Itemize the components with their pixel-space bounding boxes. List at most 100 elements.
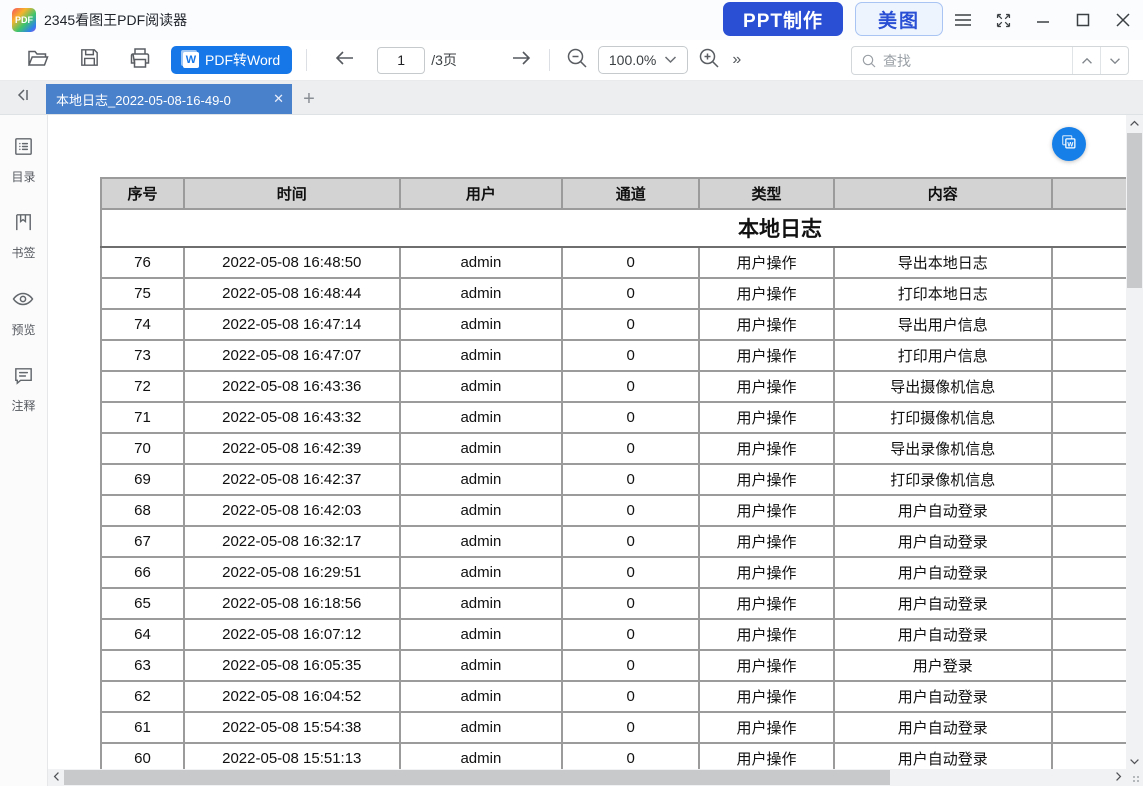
new-tab-button[interactable]: +: [292, 84, 326, 114]
table-cell: 用户自动登录: [834, 495, 1052, 526]
arrow-left-icon: [333, 46, 357, 75]
horizontal-scrollbar[interactable]: [48, 769, 1126, 786]
zoom-level-dropdown[interactable]: 100.0%: [598, 46, 688, 74]
search-input[interactable]: [883, 53, 1072, 69]
table-cell: 64: [101, 619, 184, 650]
table-cell: admin: [400, 278, 563, 309]
find-previous-button[interactable]: [1072, 47, 1100, 74]
minimize-button[interactable]: [1023, 0, 1063, 40]
search-bar: [851, 46, 1129, 75]
table-cell: [1052, 402, 1126, 433]
print-button[interactable]: [127, 47, 153, 73]
table-cell: [1052, 681, 1126, 712]
titlebar: PDF 2345看图王PDF阅读器 PPT制作 美图: [0, 0, 1143, 40]
table-cell: 用户操作: [699, 526, 834, 557]
zoom-level-value: 100.0%: [609, 52, 656, 68]
toolbar: W PDF转Word /3页 100.0%: [0, 40, 1143, 81]
horizontal-scroll-thumb[interactable]: [64, 770, 890, 785]
resize-corner[interactable]: [1126, 769, 1143, 786]
maximize-button[interactable]: [1063, 0, 1103, 40]
table-cell: 2022-05-08 16:48:44: [184, 278, 400, 309]
prev-page-button[interactable]: [331, 46, 359, 74]
next-page-button[interactable]: [507, 46, 535, 74]
resize-grip-icon: [1132, 775, 1140, 783]
ppt-make-button[interactable]: PPT制作: [723, 2, 843, 36]
menu-button[interactable]: [943, 0, 983, 40]
toolbar-more-button[interactable]: »: [732, 51, 741, 69]
caret-up-icon: [1129, 114, 1140, 132]
table-cell: admin: [400, 712, 563, 743]
table-row: 642022-05-08 16:07:12admin0用户操作用户自动登录: [101, 619, 1126, 650]
table-cell: [1052, 247, 1126, 278]
table-cell: 用户操作: [699, 743, 834, 769]
table-row: 662022-05-08 16:29:51admin0用户操作用户自动登录: [101, 557, 1126, 588]
table-cell: 65: [101, 588, 184, 619]
table-cell: admin: [400, 371, 563, 402]
sidebar-item-preview[interactable]: 预览: [11, 287, 35, 338]
pdf-page[interactable]: 本地日志 序号 时间 用户 通道 类型 内容 762022-05-08 16:4…: [48, 115, 1126, 769]
save-icon: [78, 46, 101, 74]
table-cell: [1052, 743, 1126, 769]
table-cell: 2022-05-08 16:43:32: [184, 402, 400, 433]
meitu-button[interactable]: 美图: [855, 2, 943, 36]
table-cell: [1052, 712, 1126, 743]
table-cell: [1052, 433, 1126, 464]
scroll-up-button[interactable]: [1126, 115, 1143, 131]
table-row: 762022-05-08 16:48:50admin0用户操作导出本地日志: [101, 247, 1126, 278]
pdf-to-word-button[interactable]: W PDF转Word: [171, 46, 292, 74]
table-cell: 0: [562, 309, 699, 340]
document-tab[interactable]: 本地日志_2022-05-08-16-49-0 ✕: [46, 84, 292, 114]
collapse-tabs-button[interactable]: [0, 80, 46, 114]
find-next-button[interactable]: [1100, 47, 1128, 74]
table-cell: 0: [562, 743, 699, 769]
tab-close-icon[interactable]: ✕: [273, 91, 284, 107]
table-cell: 68: [101, 495, 184, 526]
table-cell: 2022-05-08 16:47:07: [184, 340, 400, 371]
page-number-input[interactable]: [377, 47, 425, 74]
zoom-in-button[interactable]: [696, 47, 722, 73]
vertical-scroll-thumb[interactable]: [1127, 133, 1142, 288]
open-file-button[interactable]: [25, 47, 51, 73]
word-doc-icon: W: [183, 52, 199, 68]
close-button[interactable]: [1103, 0, 1143, 40]
table-cell: 0: [562, 588, 699, 619]
table-cell: 72: [101, 371, 184, 402]
scroll-right-button[interactable]: [1110, 769, 1126, 786]
table-cell: 70: [101, 433, 184, 464]
sidebar-item-toc[interactable]: 目录: [11, 135, 35, 185]
save-button[interactable]: [76, 47, 102, 73]
table-row: 672022-05-08 16:32:17admin0用户操作用户自动登录: [101, 526, 1126, 557]
table-cell: admin: [400, 557, 563, 588]
table-cell: 2022-05-08 16:29:51: [184, 557, 400, 588]
content-area: 目录 书签 预览: [0, 115, 1143, 786]
sidebar-item-bookmarks[interactable]: 书签: [11, 211, 35, 261]
table-cell: 2022-05-08 16:18:56: [184, 588, 400, 619]
expand-arrows-icon: [995, 12, 1012, 29]
log-table: 本地日志 序号 时间 用户 通道 类型 内容 762022-05-08 16:4…: [100, 177, 1126, 769]
fullscreen-button[interactable]: [983, 0, 1023, 40]
table-cell: admin: [400, 619, 563, 650]
toolbar-separator: [549, 49, 550, 71]
pdf-to-word-float-button[interactable]: W: [1052, 127, 1086, 161]
pdf-to-word-label: PDF转Word: [205, 50, 280, 70]
vertical-scrollbar[interactable]: [1126, 115, 1143, 769]
table-cell: [1052, 309, 1126, 340]
sidebar-item-annotations[interactable]: 注释: [11, 364, 35, 414]
zoom-out-button[interactable]: [564, 47, 590, 73]
scroll-down-button[interactable]: [1126, 753, 1143, 769]
scroll-left-button[interactable]: [48, 769, 64, 786]
table-cell: 用户操作: [699, 247, 834, 278]
table-cell: 用户操作: [699, 309, 834, 340]
table-cell: [1052, 464, 1126, 495]
sidebar-item-label: 预览: [11, 321, 35, 338]
table-cell: [1052, 650, 1126, 681]
table-cell: 用户自动登录: [834, 619, 1052, 650]
table-cell: admin: [400, 495, 563, 526]
table-cell: 2022-05-08 15:51:13: [184, 743, 400, 769]
table-cell: 导出摄像机信息: [834, 371, 1052, 402]
table-header-row: 序号 时间 用户 通道 类型 内容: [101, 178, 1126, 209]
table-row: 742022-05-08 16:47:14admin0用户操作导出用户信息: [101, 309, 1126, 340]
minimize-icon: [1036, 13, 1050, 27]
table-cell: admin: [400, 247, 563, 278]
table-row: 622022-05-08 16:04:52admin0用户操作用户自动登录: [101, 681, 1126, 712]
